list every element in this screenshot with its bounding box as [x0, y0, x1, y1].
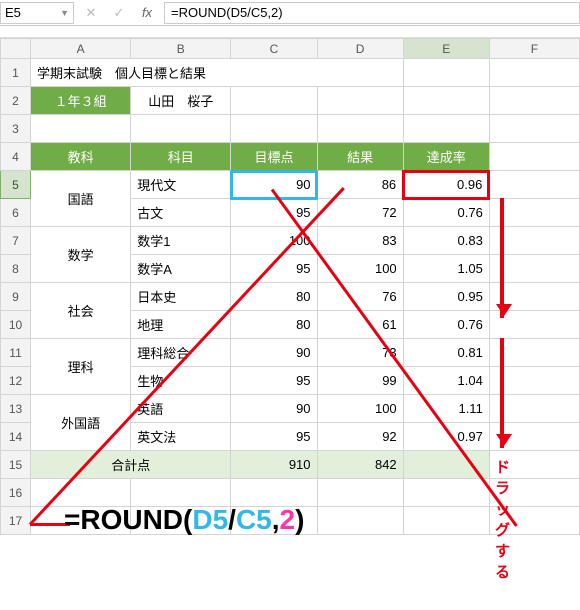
total-label[interactable]: 合計点 — [31, 451, 231, 479]
row-7[interactable]: 7 — [1, 227, 31, 255]
namebox-value: E5 — [5, 5, 21, 20]
row-8[interactable]: 8 — [1, 255, 31, 283]
row-17[interactable]: 17 — [1, 507, 31, 535]
hdr-target[interactable]: 目標点 — [231, 143, 317, 171]
class-label[interactable]: １年３組 — [31, 87, 131, 115]
fx-icon[interactable]: fx — [136, 2, 158, 24]
row-5[interactable]: 5 — [1, 171, 31, 199]
hdr-result[interactable]: 結果 — [317, 143, 403, 171]
row-4[interactable]: 4 — [1, 143, 31, 171]
hdr-kyouka[interactable]: 教科 — [31, 143, 131, 171]
group-suugaku[interactable]: 数学 — [31, 227, 131, 283]
subj-1[interactable]: 古文 — [131, 199, 231, 227]
row-3[interactable]: 3 — [1, 115, 31, 143]
formula-input[interactable]: =ROUND(D5/C5,2) — [164, 2, 580, 24]
total-result[interactable]: 842 — [317, 451, 403, 479]
formula-text: =ROUND(D5/C5,2) — [171, 5, 283, 20]
d5[interactable]: 86 — [317, 171, 403, 199]
student-name[interactable]: 山田 桜子 — [131, 87, 231, 115]
row-16[interactable]: 16 — [1, 479, 31, 507]
select-all[interactable] — [1, 39, 31, 59]
hdr-rate[interactable]: 達成率 — [403, 143, 489, 171]
col-F[interactable]: F — [489, 39, 579, 59]
title-cell[interactable]: 学期末試験 個人目標と結果 — [31, 59, 404, 87]
col-D[interactable]: D — [317, 39, 403, 59]
hdr-kamoku[interactable]: 科目 — [131, 143, 231, 171]
c5[interactable]: 90 — [231, 171, 317, 199]
group-shakai[interactable]: 社会 — [31, 283, 131, 339]
row-12[interactable]: 12 — [1, 367, 31, 395]
spreadsheet-grid[interactable]: A B C D E F 1 学期末試験 個人目標と結果 2 １年３組 山田 桜子… — [0, 38, 580, 535]
cancel-icon: ✕ — [80, 2, 102, 24]
row-1[interactable]: 1 — [1, 59, 31, 87]
row-2[interactable]: 2 — [1, 87, 31, 115]
col-C[interactable]: C — [231, 39, 317, 59]
group-rika[interactable]: 理科 — [31, 339, 131, 395]
dropdown-icon[interactable]: ▼ — [60, 8, 69, 18]
row-6[interactable]: 6 — [1, 199, 31, 227]
col-B[interactable]: B — [131, 39, 231, 59]
group-kokugo[interactable]: 国語 — [31, 171, 131, 227]
row-9[interactable]: 9 — [1, 283, 31, 311]
subj-0[interactable]: 現代文 — [131, 171, 231, 199]
row-15[interactable]: 15 — [1, 451, 31, 479]
row-11[interactable]: 11 — [1, 339, 31, 367]
row-10[interactable]: 10 — [1, 311, 31, 339]
e5[interactable]: 0.96 — [403, 171, 489, 199]
row-14[interactable]: 14 — [1, 423, 31, 451]
col-A[interactable]: A — [31, 39, 131, 59]
row-13[interactable]: 13 — [1, 395, 31, 423]
total-target[interactable]: 910 — [231, 451, 317, 479]
enter-icon: ✓ — [108, 2, 130, 24]
namebox[interactable]: E5 ▼ — [0, 2, 74, 24]
group-gaikokugo[interactable]: 外国語 — [31, 395, 131, 451]
col-E[interactable]: E — [403, 39, 489, 59]
